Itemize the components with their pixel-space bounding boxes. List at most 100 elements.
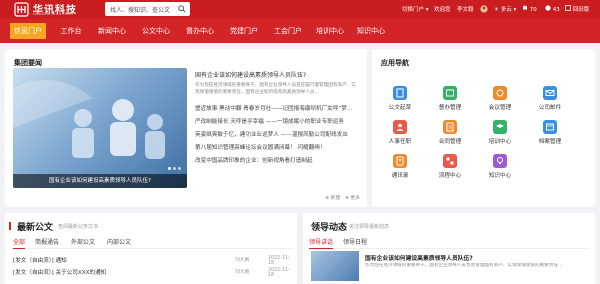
messages[interactable]: 43 (545, 5, 560, 13)
carousel-dot[interactable] (178, 167, 181, 170)
workflow-icon (443, 154, 457, 168)
news-item[interactable]: 改变中国品牌印象的企业：创新视角看打造制起 (195, 156, 360, 164)
tab-external-docs[interactable]: 外部公文 (71, 237, 95, 246)
leader-title: 领导动态 (311, 223, 348, 233)
nav-knowledge-center[interactable]: 知识中心 (353, 19, 389, 43)
user-avatar[interactable] (480, 5, 488, 15)
news-headline[interactable]: 国有企业该如何建设高素质领导人员队伍? (195, 70, 360, 79)
tab-internal-docs[interactable]: 内部公文 (107, 237, 131, 246)
nav-workbench[interactable]: 工作台 (57, 19, 85, 43)
doc-author: 刘大鹏 (235, 270, 250, 275)
welcome-text: 欢迎您 (434, 7, 451, 13)
news-panel-title: 集团要闻 (14, 59, 42, 67)
notification-count: 70 (529, 7, 537, 13)
search-icon[interactable] (178, 5, 186, 13)
nav-info-portal[interactable]: 信息门户 (10, 23, 46, 39)
message-count: 43 (552, 7, 560, 13)
docs-subtitle: 查阅最新公务文书 (58, 224, 99, 230)
document-edit-icon (393, 86, 407, 100)
app-workflow[interactable]: 流程中心 (430, 154, 470, 179)
switch-portal-link[interactable]: 切换门户 ▾ (402, 5, 429, 13)
app-doc-draft[interactable]: 公文起草 (380, 86, 420, 111)
personnel-icon (393, 120, 407, 134)
contacts-icon (393, 154, 407, 168)
logo-subtext: HUAXUN HIGH-TECH (33, 12, 74, 16)
contract-icon (443, 120, 457, 134)
docs-title: 最新公文 (17, 223, 54, 233)
return-icon (565, 5, 571, 11)
app-nav-title: 应用导航 (381, 59, 409, 67)
new-button[interactable]: ⊕ 新建 (325, 196, 340, 201)
title-marker (9, 222, 11, 230)
tab-bulletins[interactable]: 简报通告 (35, 237, 59, 246)
news-actions: ⊕ 新建 ⊕ 更多 (325, 194, 360, 201)
carousel-dot[interactable] (173, 167, 176, 170)
archive-icon (543, 120, 557, 134)
meeting-icon (493, 86, 507, 100)
nav-party-portal[interactable]: 党建门户 (226, 19, 262, 43)
app-mail[interactable]: 公司邮件 (530, 86, 570, 111)
leader-headline[interactable]: 国有企业该如何建设高素质领导人员队伍? (365, 253, 473, 262)
doc-date: 2022-11-18 (268, 268, 290, 278)
user-name[interactable]: 李文毅 (457, 5, 474, 13)
nav-news-center[interactable]: 新闻中心 (94, 19, 130, 43)
leader-summary: 作为现在经济领域的重要骨干，国有企业领导人员负责管理国有资产、实现保值增值的重要… (365, 263, 563, 268)
app-supervise[interactable]: 督办管理 (430, 86, 470, 111)
app-training[interactable]: 培训中心 (480, 120, 520, 145)
app-personnel[interactable]: 人事任职 (380, 120, 420, 145)
bell-icon (523, 5, 527, 10)
more-button[interactable]: ⊕ 更多 (345, 196, 360, 201)
tab-leader-speech[interactable]: 领导讲话 (309, 237, 334, 249)
app-knowledge[interactable]: 知识中心 (480, 154, 520, 179)
leader-subtitle: 关注领导最新动态 (349, 224, 390, 230)
nav-union-portal[interactable]: 工会门户 (270, 19, 306, 43)
doc-date: 2022-11-18 (268, 256, 290, 266)
tab-leader-schedule[interactable]: 领导日程 (343, 237, 367, 246)
avatar-icon (480, 5, 488, 13)
doc-row[interactable]: [发文（自由流）] 关于公司XXX的通知 刘大鹏 2022-11-18 (13, 268, 293, 278)
company-logo[interactable]: 华讯科技 HUAXUN HIGH-TECH (14, 1, 82, 18)
return-old-version-link[interactable]: 回旧版 (565, 5, 589, 13)
news-carousel-image[interactable]: 国有企业该如何建设高素质领导人员队伍? (13, 68, 187, 188)
top-bar: 华讯科技 HUAXUN HIGH-TECH 找人、搜知识、查公文 切换门户 ▾ … (0, 0, 600, 19)
knowledge-icon (493, 154, 507, 168)
supervise-icon (443, 86, 457, 100)
main-nav: 信息门户 工作台 新闻中心 公文中心 督办中心 党建门户 工会门户 培训中心 知… (0, 19, 600, 43)
search-input[interactable]: 找人、搜知识、查公文 (110, 5, 170, 14)
puzzle-people-image (13, 80, 165, 159)
doc-title: [发文（自由流）] 通知 (13, 258, 67, 264)
carousel-caption[interactable]: 国有企业该如何建设高素质领导人员队伍? (13, 174, 187, 188)
leader-tabs: 领导讲话 领导日程 (309, 235, 589, 249)
docs-tabs: 全部 简报通告 外部公文 内部公文 (13, 235, 293, 249)
tab-all[interactable]: 全部 (13, 237, 26, 249)
news-item[interactable]: 塑近故事 黑动中翻 青春岁月社——记团报海康坝机厂女呼”梦… (195, 104, 360, 112)
carousel-dot[interactable] (168, 167, 171, 170)
notifications[interactable]: 70 (522, 5, 537, 13)
search-box[interactable]: 找人、搜知识、查公文 (105, 2, 190, 16)
top-right-area: 切换门户 ▾ 欢迎您 李文毅 ☀ 多云 ▾ 70 43 回旧版 (402, 5, 592, 15)
news-item[interactable]: 严改制能接长 天呼是乎幸福 ——一镜成眠小的职业专职运务 (195, 117, 360, 125)
mail-icon (543, 86, 557, 100)
news-item[interactable]: 英姿飒爽敏于忆，建功业业巡梦人 ——温报风勤公司配线发出 (195, 130, 360, 138)
app-contacts[interactable]: 通讯录 (380, 154, 420, 179)
logo-mark-icon (14, 2, 29, 17)
leader-news-image[interactable] (311, 251, 359, 281)
leader-news-panel: 领导动态 关注领导最新动态 领导讲话 领导日程 国有企业该如何建设高素质领导人员… (303, 213, 595, 284)
weather-widget[interactable]: ☀ 多云 ▾ (494, 5, 516, 13)
nav-training-center[interactable]: 培训中心 (312, 19, 348, 43)
doc-author: 刘大鹏 (235, 258, 250, 263)
message-icon (545, 5, 551, 11)
carousel-dots (166, 164, 181, 172)
app-archive[interactable]: 档案管理 (530, 120, 570, 145)
latest-docs-panel: 最新公文 查阅最新公务文书 全部 简报通告 外部公文 内部公文 [发文（自由流）… (5, 213, 297, 284)
news-summary: 作为现在经济领域的重要骨干，国有企业领导人员是在履行着管理国有资产、实现保值增值… (195, 83, 356, 95)
doc-title: [发文（自由流）] 关于公司XXX的通知 (13, 270, 107, 276)
news-list: 国有企业该如何建设高素质领导人员队伍? 作为现在经济领域的重要骨干，国有企业领导… (195, 70, 360, 201)
nav-doc-center[interactable]: 公文中心 (138, 19, 174, 43)
app-contract[interactable]: 合同管理 (430, 120, 470, 145)
training-icon (493, 120, 507, 134)
doc-row[interactable]: [发文（自由流）] 通知 刘大鹏 2022-11-18 (13, 256, 293, 266)
nav-supervise-center[interactable]: 督办中心 (182, 19, 218, 43)
app-meeting[interactable]: 会议管理 (480, 86, 520, 111)
news-item[interactable]: 第八届知识管理高峰论坛会议圆满闭幕！ 闪耀翻闸！ (195, 143, 360, 151)
